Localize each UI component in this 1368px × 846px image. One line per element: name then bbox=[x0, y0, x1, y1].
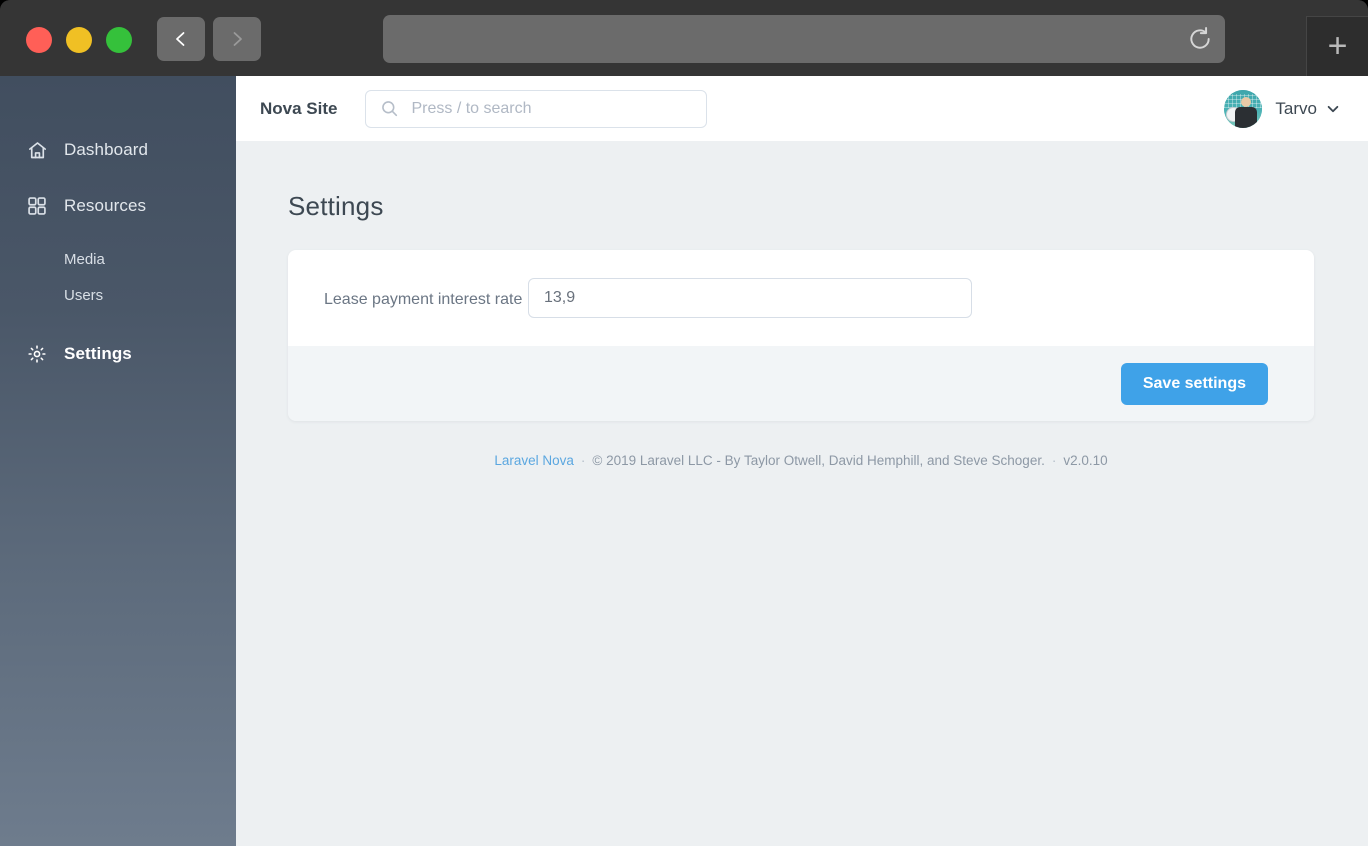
sidebar-subitem-label: Media bbox=[64, 251, 105, 268]
footer-credits: Laravel Nova · © 2019 Laravel LLC - By T… bbox=[288, 453, 1314, 468]
sidebar-subitem-media[interactable]: Media bbox=[0, 244, 236, 274]
user-name-label: Tarvo bbox=[1275, 99, 1317, 119]
lease-rate-input[interactable] bbox=[528, 278, 972, 318]
back-button[interactable] bbox=[157, 17, 205, 61]
save-settings-button[interactable]: Save settings bbox=[1121, 363, 1268, 405]
browser-chrome-bar: + bbox=[0, 0, 1368, 76]
app-viewport: Dashboard Resources Media Users bbox=[0, 76, 1368, 846]
sidebar-subitem-label: Users bbox=[64, 287, 103, 304]
plus-icon: + bbox=[1328, 29, 1348, 63]
browser-nav-buttons bbox=[157, 17, 261, 61]
chevron-down-icon bbox=[1326, 102, 1340, 116]
browser-window: + Dashboard bbox=[0, 0, 1368, 846]
gear-icon bbox=[26, 343, 48, 365]
brand-title[interactable]: Nova Site bbox=[260, 99, 337, 119]
settings-card: Lease payment interest rate Save setting… bbox=[288, 250, 1314, 421]
footer-separator: · bbox=[581, 453, 586, 468]
settings-card-body: Lease payment interest rate bbox=[288, 250, 1314, 346]
main-content: Settings Lease payment interest rate Sav… bbox=[236, 141, 1368, 846]
lease-rate-field-label: Lease payment interest rate bbox=[324, 278, 528, 310]
sidebar-item-label: Dashboard bbox=[64, 140, 148, 160]
sidebar-item-label: Resources bbox=[64, 196, 146, 216]
close-window-button[interactable] bbox=[26, 27, 52, 53]
grid-icon bbox=[26, 195, 48, 217]
sidebar-subitem-users[interactable]: Users bbox=[0, 280, 236, 310]
sidebar: Dashboard Resources Media Users bbox=[0, 76, 236, 846]
window-traffic-lights bbox=[26, 27, 132, 53]
search-icon bbox=[380, 99, 399, 118]
home-icon bbox=[26, 139, 48, 161]
sidebar-item-resources[interactable]: Resources bbox=[0, 188, 236, 224]
search-input[interactable]: Press / to search bbox=[365, 90, 707, 128]
maximize-window-button[interactable] bbox=[106, 27, 132, 53]
sidebar-item-settings[interactable]: Settings bbox=[0, 336, 236, 372]
footer-separator: · bbox=[1052, 453, 1057, 468]
search-placeholder-text: Press / to search bbox=[411, 100, 531, 118]
user-menu[interactable]: Tarvo bbox=[1224, 90, 1340, 128]
laravel-nova-link[interactable]: Laravel Nova bbox=[494, 453, 574, 468]
app-header: Nova Site Press / to search bbox=[236, 76, 1368, 141]
sidebar-item-label: Settings bbox=[64, 344, 132, 364]
forward-button[interactable] bbox=[213, 17, 261, 61]
new-tab-button[interactable]: + bbox=[1306, 16, 1368, 76]
chevron-left-icon bbox=[172, 30, 190, 48]
chevron-right-icon bbox=[228, 30, 246, 48]
sidebar-item-dashboard[interactable]: Dashboard bbox=[0, 132, 236, 168]
avatar bbox=[1224, 90, 1262, 128]
reload-icon[interactable] bbox=[1187, 26, 1213, 52]
footer-version: v2.0.10 bbox=[1063, 453, 1107, 468]
footer-copyright: © 2019 Laravel LLC - By Taylor Otwell, D… bbox=[592, 453, 1044, 468]
minimize-window-button[interactable] bbox=[66, 27, 92, 53]
page-title: Settings bbox=[288, 191, 1368, 222]
settings-card-footer: Save settings bbox=[288, 346, 1314, 421]
address-bar[interactable] bbox=[383, 15, 1225, 63]
